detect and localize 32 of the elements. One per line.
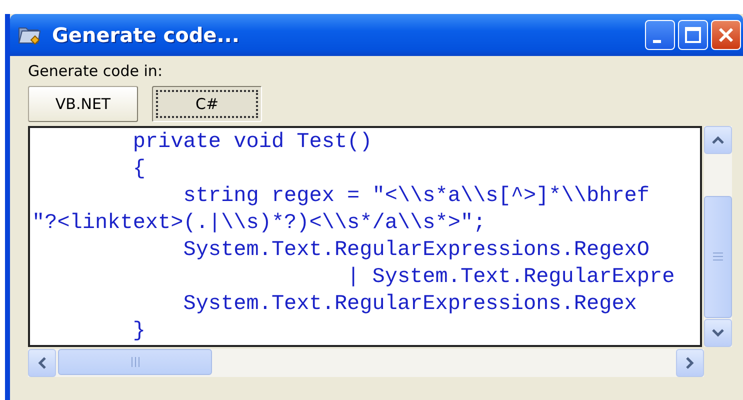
code-line: } [132,319,146,345]
code-line: System.Text.RegularExpressions.Regex [182,292,638,318]
minimize-button[interactable] [645,20,675,50]
code-line: "?<linktext>(.|\\s)*?)<\\s*/a\\s*>"; [32,211,487,237]
horizontal-scrollbar[interactable] [28,349,704,377]
code-line: { [132,157,146,183]
window-title: Generate code... [52,23,240,47]
scroll-left-button[interactable] [28,349,56,377]
language-button[interactable]: C# [152,86,262,122]
chevron-down-icon [712,329,724,337]
grip-icon [713,252,723,261]
maximize-button[interactable] [678,20,708,50]
chevron-right-icon [686,357,694,369]
prompt-label: Generate code in: [28,62,164,80]
language-button[interactable]: VB.NET [28,86,138,122]
grip-icon [130,357,140,367]
chevron-up-icon [712,136,724,144]
chevron-left-icon [38,357,46,369]
maximize-icon [684,26,702,44]
code-line: private void Test() [132,130,374,156]
minimize-icon [653,40,661,42]
code-line: string regex = "<\\s*a\\s[^>]*\\bhref [182,184,651,210]
scroll-right-button[interactable] [676,349,704,377]
code-line: System.Text.RegularExpressions.RegexO [182,238,651,264]
scroll-thumb[interactable] [58,349,212,375]
scroll-thumb[interactable] [704,196,732,318]
close-icon [717,26,735,44]
scroll-up-button[interactable] [704,126,732,154]
scroll-down-button[interactable] [704,319,732,347]
close-button[interactable] [711,20,741,50]
code-line: | System.Text.RegularExpre [346,265,676,291]
vertical-scrollbar[interactable] [704,126,732,347]
